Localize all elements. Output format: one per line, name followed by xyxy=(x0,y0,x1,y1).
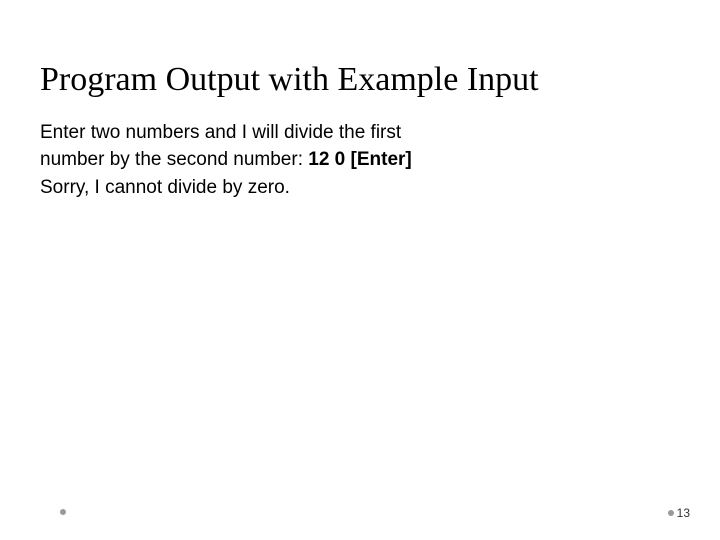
footer-bullet-icon xyxy=(60,509,66,515)
output-line-3: Sorry, I cannot divide by zero. xyxy=(40,174,600,202)
page-bullet-icon xyxy=(668,510,674,516)
output-line-1: Enter two numbers and I will divide the … xyxy=(40,119,600,147)
output-line-2: number by the second number: 12 0 [Enter… xyxy=(40,146,600,174)
slide-body: Enter two numbers and I will divide the … xyxy=(40,119,600,202)
slide-container: Program Output with Example Input Enter … xyxy=(0,0,720,540)
page-number-container: 13 xyxy=(668,506,690,520)
user-input-bold: 12 0 [Enter] xyxy=(308,149,411,170)
slide-title: Program Output with Example Input xyxy=(40,60,680,101)
page-number-text: 13 xyxy=(677,506,690,520)
output-line-2-prefix: number by the second number: xyxy=(40,149,308,170)
